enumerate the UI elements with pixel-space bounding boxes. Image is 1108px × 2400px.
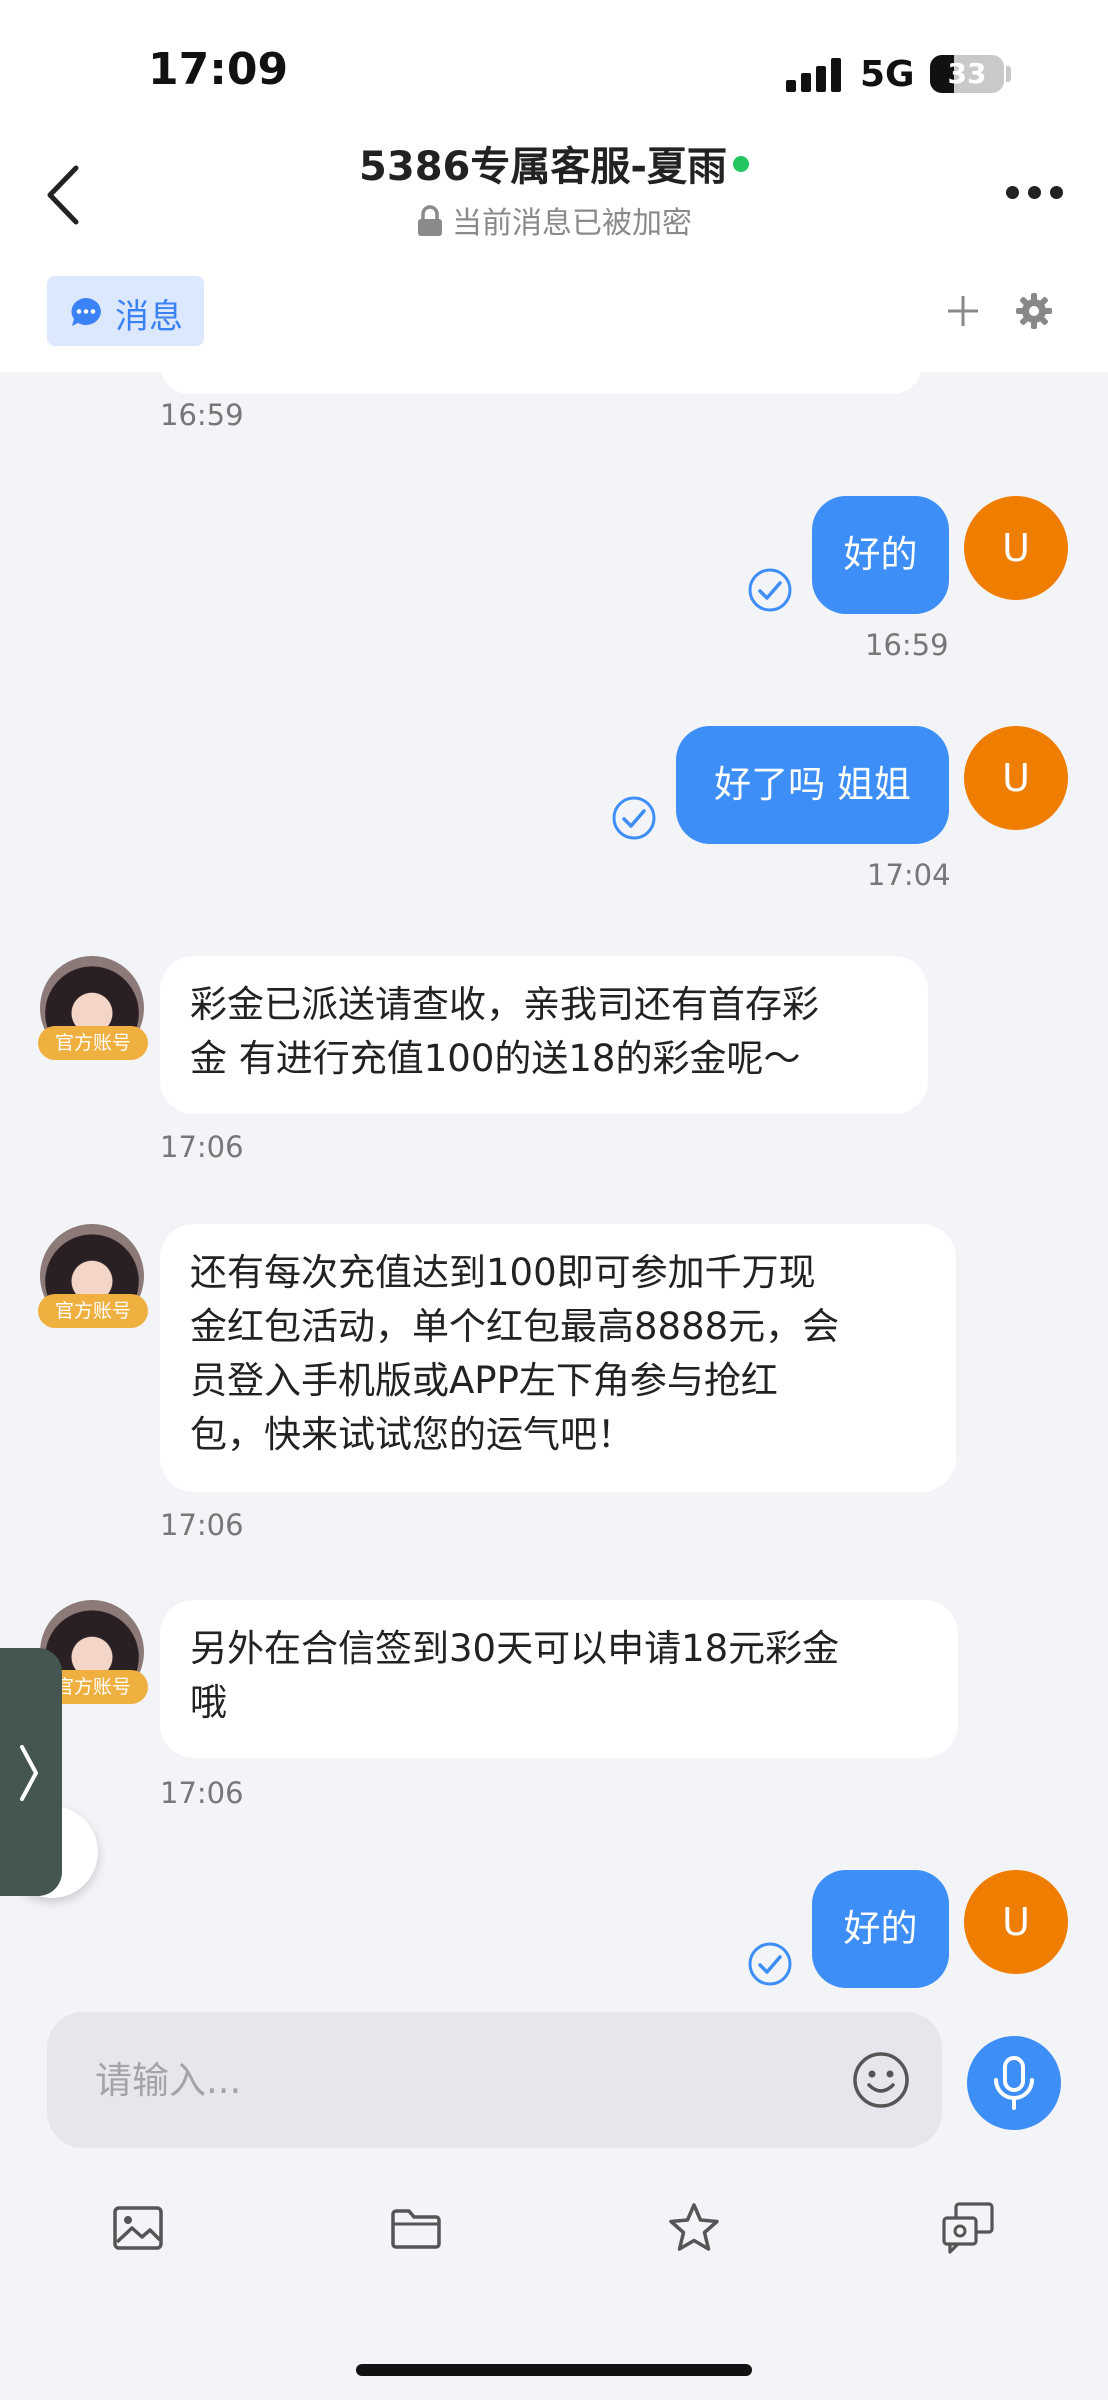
status-bar: 17:09 5G 33 (0, 0, 1108, 140)
user-avatar[interactable]: U (964, 496, 1068, 600)
folder-icon (391, 2209, 441, 2249)
agent-avatar[interactable]: 官方账号 (38, 1224, 148, 1334)
status-time: 17:09 (148, 44, 289, 95)
battery-tip (1006, 66, 1011, 82)
message-line: 金红包活动，单个红包最高8888元，会 (190, 1305, 840, 1348)
signal-icon (786, 58, 846, 92)
encryption-notice: 当前消息已被加密 (0, 198, 1108, 242)
message-time: 17:04 (867, 858, 951, 892)
encryption-text: 当前消息已被加密 (452, 206, 692, 241)
message-line: 彩金已派送请查收，亲我司还有首存彩 (190, 983, 819, 1026)
message-line: 员登入手机版或APP左下角参与抢红 (190, 1359, 778, 1402)
official-account-badge: 官方账号 (38, 1294, 148, 1328)
star-icon (669, 2203, 719, 2251)
home-indicator (356, 2364, 752, 2376)
message-time: 16:59 (865, 628, 949, 662)
tab-message-label: 消息 (115, 297, 183, 337)
message-bubble-out[interactable]: 好的 (812, 1870, 949, 1988)
composer (0, 1992, 1108, 2400)
gear-icon (1016, 293, 1052, 329)
microphone-icon (994, 2056, 1034, 2110)
message-input[interactable] (95, 2046, 795, 2114)
message-line: 另外在合信签到30天可以申请18元彩金 (190, 1627, 840, 1670)
message-bubble-in[interactable]: 彩金已派送请查收，亲我司还有首存彩 金 有进行充值100的送18的彩金呢～ (160, 956, 928, 1114)
settings-button[interactable] (1015, 292, 1053, 330)
message-time: 16:59 (160, 398, 244, 432)
forward-chat-button[interactable] (940, 2200, 996, 2256)
battery-percent: 33 (947, 57, 987, 90)
chat-bubble-icon (71, 298, 101, 326)
more-options-button[interactable] (1006, 186, 1066, 206)
message-time: 17:06 (160, 1130, 244, 1164)
message-time: 17:06 (160, 1508, 244, 1542)
message-bubble-in[interactable]: 还有每次充值达到100即可参加千万现 金红包活动，单个红包最高8888元，会 员… (160, 1224, 956, 1492)
message-list[interactable]: 16:59 好的 U 16:59 好了吗 姐姐 U 17:04 官方账号 彩金已… (0, 372, 1108, 1992)
agent-avatar[interactable]: 官方账号 (38, 956, 148, 1066)
message-line: 金 有进行充值100的送18的彩金呢～ (190, 1037, 801, 1080)
online-status-dot (732, 156, 749, 172)
message-bubble-out[interactable]: 好了吗 姐姐 (676, 726, 949, 844)
top-bar: 17:09 5G 33 5386专属客服-夏雨 当前消息已被加密 消息 (0, 0, 1108, 372)
message-line: 还有每次充值达到100即可参加千万现 (190, 1251, 816, 1294)
message-input-box[interactable] (47, 2012, 942, 2148)
battery-icon: 33 (930, 55, 1004, 93)
favorite-button[interactable] (666, 2200, 722, 2256)
message-bubble-in[interactable]: 另外在合信签到30天可以申请18元彩金 哦 (160, 1600, 958, 1758)
network-type: 5G (860, 54, 915, 95)
message-line: 包，快来试试您的运气吧！ (190, 1413, 634, 1456)
emoji-icon (853, 2052, 909, 2108)
message-bubble-out[interactable]: 好的 (812, 496, 949, 614)
image-button[interactable] (110, 2200, 166, 2256)
tab-message[interactable]: 消息 (47, 276, 204, 346)
add-button[interactable] (946, 294, 980, 328)
chevron-right-icon (20, 1745, 38, 1801)
chat-title-text: 5386专属客服-夏雨 (359, 144, 727, 190)
user-avatar[interactable]: U (964, 1870, 1068, 1974)
read-check-icon (612, 796, 656, 840)
side-drawer-handle[interactable] (0, 1648, 62, 1896)
official-account-badge: 官方账号 (38, 1026, 148, 1060)
emoji-button[interactable] (851, 2050, 911, 2110)
message-bubble-partial (160, 372, 922, 394)
lock-icon (418, 205, 442, 236)
plus-icon (948, 296, 978, 326)
forward-chat-icon (942, 2202, 994, 2254)
voice-button[interactable] (967, 2036, 1061, 2130)
read-check-icon (748, 568, 792, 612)
file-button[interactable] (388, 2200, 444, 2256)
image-icon (113, 2206, 163, 2250)
read-check-icon (748, 1942, 792, 1986)
message-time: 17:06 (160, 1776, 244, 1810)
user-avatar[interactable]: U (964, 726, 1068, 830)
message-line: 哦 (190, 1681, 227, 1724)
page-title: 5386专属客服-夏雨 (0, 134, 1108, 192)
